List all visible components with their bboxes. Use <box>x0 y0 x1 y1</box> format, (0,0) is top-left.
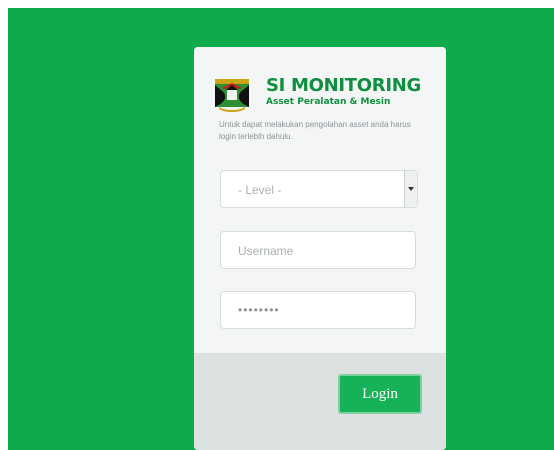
level-select[interactable]: - Level - <box>220 170 418 208</box>
username-field[interactable]: Username <box>220 231 416 269</box>
dropdown-arrow-icon <box>408 187 414 191</box>
login-card: SI MONITORING Asset Peralatan & Mesin Un… <box>194 47 446 450</box>
password-field[interactable]: •••••••• <box>220 291 416 329</box>
login-button[interactable]: Login <box>338 374 422 414</box>
login-page-background: SI MONITORING Asset Peralatan & Mesin Un… <box>8 8 554 450</box>
level-select-arrow-button[interactable] <box>404 171 417 207</box>
login-instruction-text: Untuk dapat melakukan pengolahan asset a… <box>219 120 411 141</box>
app-title: SI MONITORING <box>266 75 421 96</box>
username-placeholder: Username <box>238 244 294 258</box>
level-select-value: - Level - <box>238 183 282 197</box>
app-subtitle: Asset Peralatan & Mesin <box>266 97 391 107</box>
password-value: •••••••• <box>238 303 280 317</box>
minangkabau-crest-icon <box>215 79 249 112</box>
